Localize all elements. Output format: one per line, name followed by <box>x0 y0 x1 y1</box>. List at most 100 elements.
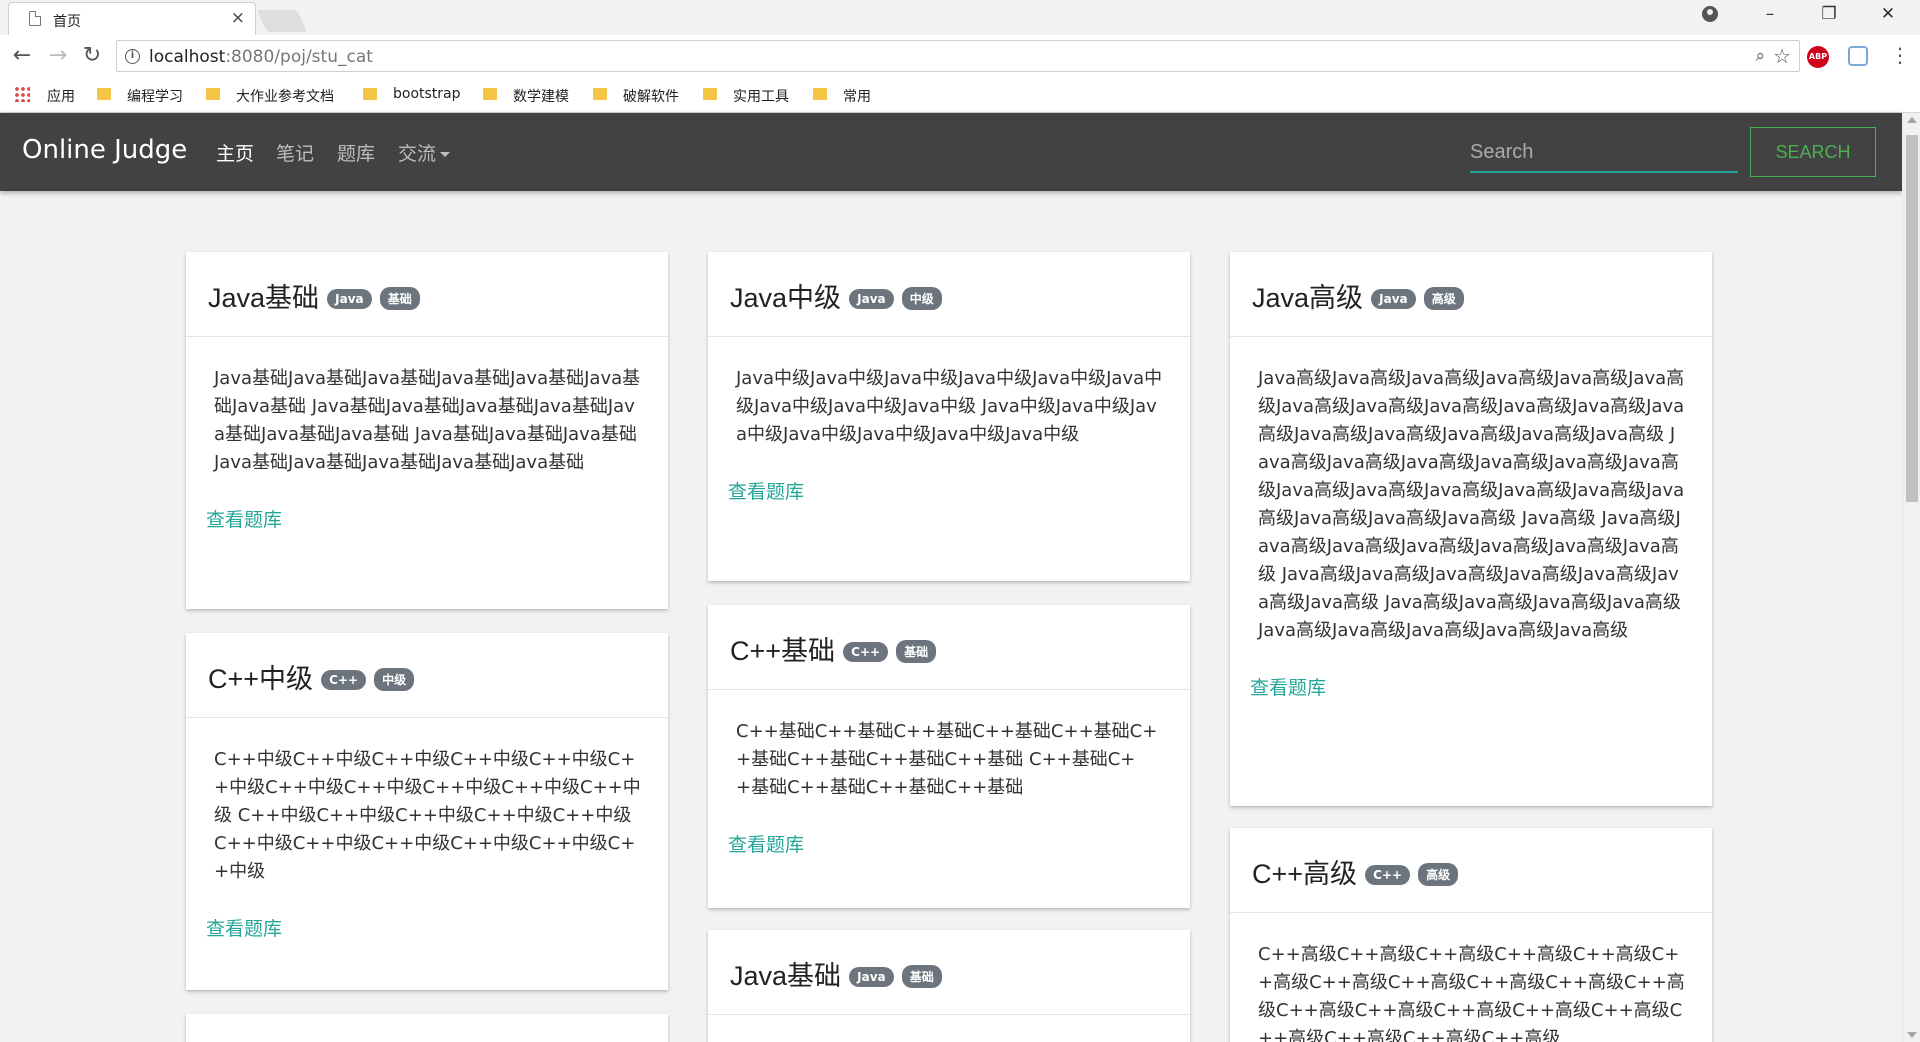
card-title: C++高级 <box>1252 859 1358 889</box>
level-badge: 高级 <box>1423 287 1464 310</box>
browser-tabstrip: 首页 × – ❐ ✕ <box>0 0 1920 35</box>
view-problems-link[interactable]: 查看题库 <box>206 914 668 941</box>
folder-icon <box>363 88 377 100</box>
language-badge: C++ <box>1365 864 1411 885</box>
card-title: Java基础 <box>208 283 320 313</box>
folder-icon <box>703 88 717 100</box>
card-header: Java高级 Java 高级 <box>1230 252 1712 337</box>
nav-link-problems[interactable]: 题库 <box>337 139 375 166</box>
level-badge: 基础 <box>901 965 942 988</box>
tab-close-icon[interactable]: × <box>231 8 245 28</box>
view-problems-link[interactable]: 查看题库 <box>206 505 668 532</box>
language-badge: Java <box>849 288 894 309</box>
card-description: C++中级C++中级C++中级C++中级C++中级C++中级C++中级C++中级… <box>214 749 641 882</box>
card-description: Java中级Java中级Java中级Java中级Java中级Java中级Java… <box>736 368 1163 445</box>
category-card: C++中级 C++ 中级 C++中级C++中级C++中级C++中级C++中级C+… <box>186 633 668 990</box>
card-header: Java中级 Java 中级 <box>708 252 1190 337</box>
bookmark-folder[interactable]: 实用工具 <box>733 86 789 106</box>
nav-link-notes[interactable]: 笔记 <box>276 139 314 166</box>
restore-icon[interactable]: ❐ <box>1814 4 1844 24</box>
bookmark-star-icon[interactable]: ☆ <box>1773 44 1791 68</box>
document-icon <box>29 11 41 26</box>
bookmark-folder[interactable]: 编程学习 <box>127 86 183 106</box>
card-description: C++高级C++高级C++高级C++高级C++高级C++高级C++高级C++高级… <box>1258 944 1685 1042</box>
apps-icon[interactable] <box>14 86 30 102</box>
view-problems-link[interactable]: 查看题库 <box>1250 673 1712 700</box>
card-header: Java基础 Java 基础 <box>708 930 1190 1015</box>
reload-icon[interactable]: ↻ <box>78 43 106 68</box>
folder-icon <box>206 88 220 100</box>
level-badge: 基础 <box>379 287 420 310</box>
card-header: C++基础 C++ 基础 <box>708 605 1190 690</box>
extension-icon[interactable] <box>1848 46 1868 66</box>
bookmark-apps[interactable]: 应用 <box>47 86 75 106</box>
card-header: C++高级 C++ 高级 <box>1230 828 1712 913</box>
scroll-up-arrow[interactable] <box>1907 117 1917 123</box>
browser-toolbar: ← → ↻ i localhost:8080/poj/stu_cat ⌕ ☆ A… <box>0 35 1920 77</box>
minimize-icon[interactable]: – <box>1755 4 1785 24</box>
new-tab-button[interactable] <box>256 10 308 32</box>
page-scrollbar[interactable] <box>1902 113 1920 1042</box>
address-bar[interactable]: i localhost:8080/poj/stu_cat ⌕ ☆ <box>116 40 1800 72</box>
bookmark-folder[interactable]: 数学建模 <box>513 86 569 106</box>
language-badge: Java <box>1371 288 1416 309</box>
view-problems-link[interactable]: 查看题库 <box>728 830 1190 857</box>
nav-dropdown-community[interactable]: 交流 <box>398 139 451 166</box>
card-title: Java中级 <box>730 283 842 313</box>
bookmark-folder[interactable]: 常用 <box>843 86 871 106</box>
category-card: Java基础 Java 基础 <box>708 930 1190 1042</box>
card-title: C++基础 <box>730 636 836 666</box>
caret-down-icon <box>440 152 451 157</box>
url-text[interactable]: localhost:8080/poj/stu_cat <box>149 47 373 67</box>
language-badge: C++ <box>321 669 367 690</box>
url-host: localhost <box>149 47 226 67</box>
folder-icon <box>813 88 827 100</box>
card-description: Java高级Java高级Java高级Java高级Java高级Java高级Java… <box>1258 368 1685 641</box>
app-navbar: Online Judge 主页 笔记 题库 交流 SEARCH <box>0 113 1902 191</box>
category-card-partial <box>186 1014 668 1042</box>
adblock-icon[interactable]: ABP <box>1807 46 1829 68</box>
language-badge: Java <box>327 288 372 309</box>
category-card: C++基础 C++ 基础 C++基础C++基础C++基础C++基础C++基础C+… <box>708 605 1190 908</box>
bookmark-folder[interactable]: 破解软件 <box>623 86 679 106</box>
level-badge: 中级 <box>901 287 942 310</box>
view-problems-link[interactable]: 查看题库 <box>728 477 1190 504</box>
scroll-down-arrow[interactable] <box>1907 1032 1917 1038</box>
bookmark-folder[interactable]: 大作业参考文档 <box>236 86 334 106</box>
folder-icon <box>593 88 607 100</box>
level-badge: 中级 <box>374 668 415 691</box>
info-icon[interactable]: i <box>125 49 140 64</box>
level-badge: 基础 <box>896 640 937 663</box>
search-input[interactable] <box>1470 133 1738 173</box>
card-title: Java高级 <box>1252 283 1364 313</box>
brand-logo[interactable]: Online Judge <box>22 135 187 165</box>
card-description: C++基础C++基础C++基础C++基础C++基础C++基础C++基础C++基础… <box>736 721 1158 798</box>
close-window-icon[interactable]: ✕ <box>1873 4 1903 24</box>
nav-link-home[interactable]: 主页 <box>216 139 254 166</box>
url-path: :8080/poj/stu_cat <box>225 47 373 67</box>
browser-menu-icon[interactable]: ⋮ <box>1890 43 1910 67</box>
level-badge: 高级 <box>1418 863 1459 886</box>
bookmarks-bar: 应用 编程学习 大作业参考文档 bootstrap 数学建模 破解软件 实用工具… <box>0 77 1920 113</box>
category-card: Java中级 Java 中级 Java中级Java中级Java中级Java中级J… <box>708 252 1190 581</box>
category-card: Java基础 Java 基础 Java基础Java基础Java基础Java基础J… <box>186 252 668 609</box>
tab-title: 首页 <box>53 14 81 30</box>
scroll-thumb[interactable] <box>1906 135 1918 502</box>
category-card: Java高级 Java 高级 Java高级Java高级Java高级Java高级J… <box>1230 252 1712 806</box>
language-badge: Java <box>849 966 894 987</box>
profile-icon[interactable] <box>1702 6 1718 22</box>
category-card: C++高级 C++ 高级 C++高级C++高级C++高级C++高级C++高级C+… <box>1230 828 1712 1042</box>
browser-tab[interactable]: 首页 × <box>8 2 256 35</box>
card-header: C++中级 C++ 中级 <box>186 633 668 718</box>
card-title: Java基础 <box>730 961 842 991</box>
card-header: Java基础 Java 基础 <box>186 252 668 337</box>
card-title: C++中级 <box>208 664 314 694</box>
zoom-icon[interactable]: ⌕ <box>1755 46 1765 66</box>
forward-icon[interactable]: → <box>44 43 72 68</box>
language-badge: C++ <box>843 641 889 662</box>
nav-dropdown-label: 交流 <box>398 143 437 165</box>
card-description: Java基础Java基础Java基础Java基础Java基础Java基础Java… <box>214 368 641 473</box>
search-button[interactable]: SEARCH <box>1750 127 1876 177</box>
back-icon[interactable]: ← <box>8 43 36 68</box>
bookmark-folder[interactable]: bootstrap <box>393 86 461 102</box>
